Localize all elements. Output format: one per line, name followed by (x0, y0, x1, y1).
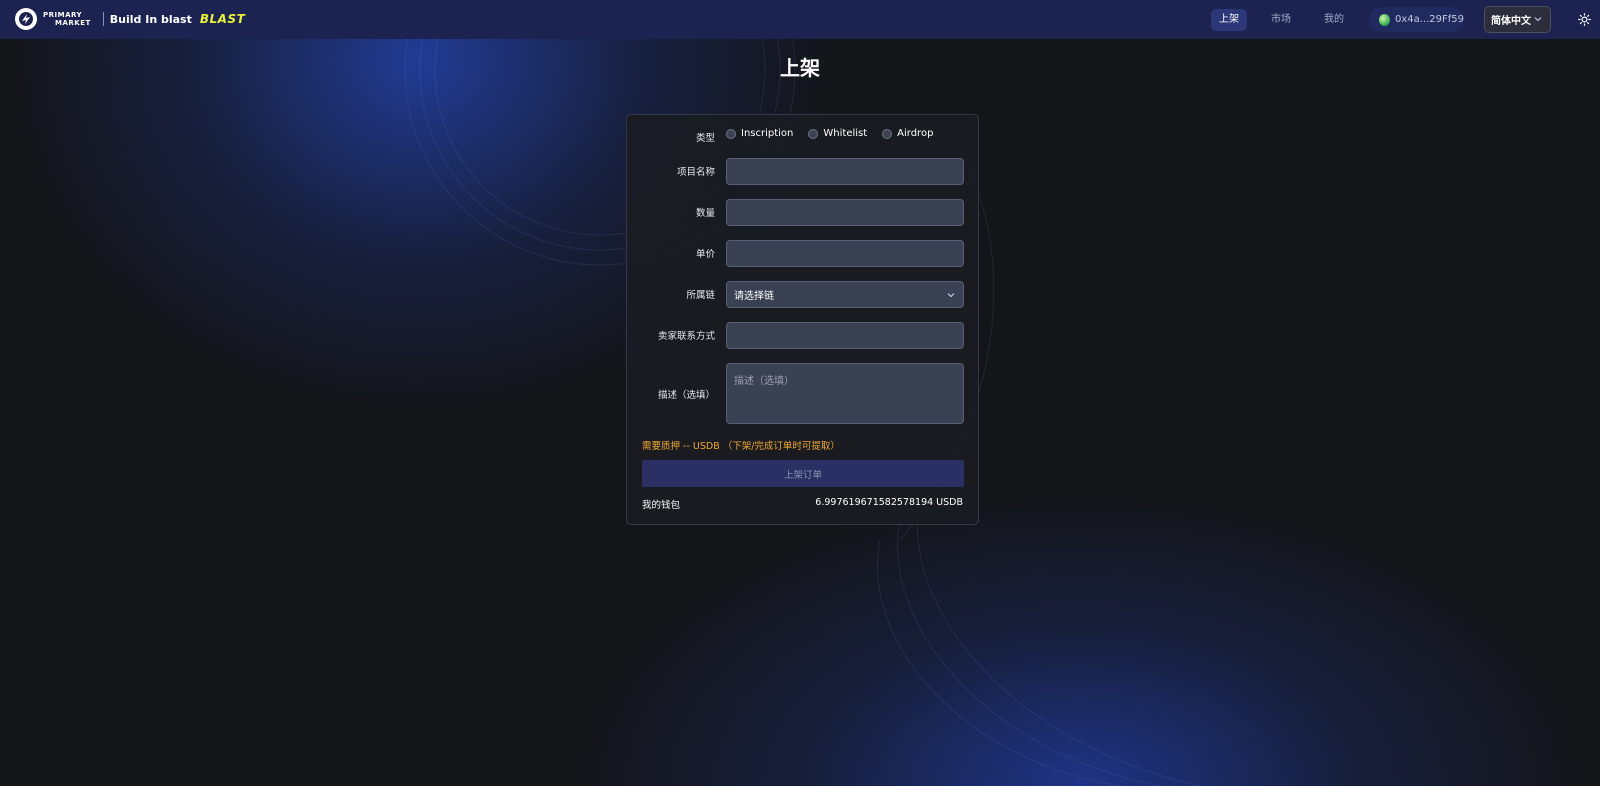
description-label: 描述（选填） (657, 390, 715, 401)
page-title: 上架 (780, 56, 820, 80)
contact-label: 卖家联系方式 (657, 331, 715, 342)
type-radio-inscription[interactable]: Inscription (726, 128, 793, 139)
wallet-balance: 6.997619671582578194 USDB (815, 497, 963, 508)
blast-brand-logo: BLAST (199, 12, 246, 26)
logo-divider (102, 12, 104, 26)
description-textarea[interactable] (726, 363, 964, 424)
sun-icon[interactable] (1578, 13, 1591, 26)
nav-item-mine[interactable]: 我的 (1316, 9, 1352, 31)
type-option-label: Inscription (741, 128, 794, 139)
listing-form: 类型 Inscription Whitelist Airdrop 项目名称 数量… (626, 114, 979, 525)
chevron-down-icon (947, 293, 955, 298)
type-radio-airdrop[interactable]: Airdrop (882, 128, 933, 139)
language-value: 简体中文 (1491, 16, 1531, 27)
chain-select-value: 请选择链 (734, 291, 774, 302)
language-select[interactable]: 简体中文 (1484, 6, 1551, 33)
quantity-input[interactable] (726, 199, 964, 226)
type-option-label: Airdrop (897, 128, 934, 139)
project-name-label: 项目名称 (676, 167, 715, 178)
top-navbar: PRIMARY MARKET Build In blast BLAST 上架 市… (0, 0, 1600, 39)
type-radio-whitelist[interactable]: Whitelist (808, 128, 867, 139)
wallet-avatar-icon (1379, 13, 1390, 26)
nav-item-market[interactable]: 市场 (1263, 9, 1299, 31)
unit-price-label: 单价 (695, 249, 715, 260)
logo[interactable]: PRIMARY MARKET Build In blast BLAST (15, 8, 245, 30)
nav-item-list[interactable]: 上架 (1211, 9, 1247, 31)
radio-circle-icon (882, 128, 893, 139)
logo-text-primary: PRIMARY (43, 11, 83, 19)
type-radio-group: Inscription Whitelist Airdrop (726, 128, 948, 139)
logo-icon (15, 8, 37, 30)
quantity-label: 数量 (695, 208, 715, 219)
my-wallet-label: 我的钱包 (642, 500, 681, 511)
chain-select[interactable]: 请选择链 (726, 281, 964, 308)
radio-circle-icon (808, 128, 819, 139)
submit-listing-button[interactable]: 上架订单 (642, 460, 964, 487)
seller-contact-input[interactable] (726, 322, 964, 349)
radio-circle-icon (726, 128, 736, 139)
type-label: 类型 (695, 133, 715, 144)
chain-label: 所属链 (686, 290, 715, 301)
wallet-address: 0x4a...29Ff59 (1394, 14, 1464, 25)
project-name-input[interactable] (726, 158, 964, 185)
wallet-address-button[interactable]: 0x4a...29Ff59 (1369, 7, 1464, 32)
chevron-down-icon (1534, 17, 1542, 22)
type-option-label: Whitelist (823, 128, 868, 139)
tagline: Build In blast (109, 12, 192, 26)
unit-price-input[interactable] (726, 240, 964, 267)
deposit-note: 需要质押 -- USDB （下架/完成订单时可提取） (642, 441, 840, 452)
logo-text-market: MARKET (55, 19, 91, 27)
